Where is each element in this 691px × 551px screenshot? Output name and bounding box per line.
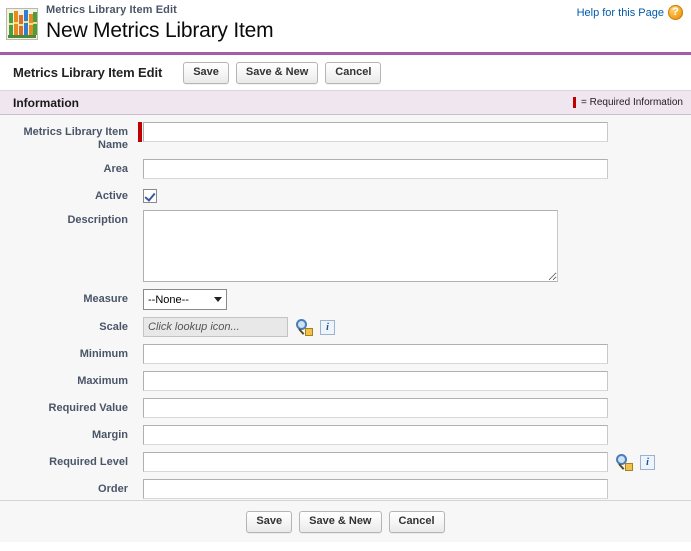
order-input[interactable] [143, 479, 608, 499]
label-scale: Scale [0, 317, 128, 334]
scale-lookup-input[interactable]: Click lookup icon... [143, 317, 288, 337]
field-row-margin: Margin [0, 425, 691, 445]
page-header: Metrics Library Item Edit New Metrics Li… [0, 0, 691, 52]
required-information-legend: = Required Information [573, 97, 683, 108]
information-section-header: Information = Required Information [0, 90, 691, 115]
edit-toolbar-title: Metrics Library Item Edit [13, 65, 162, 80]
field-row-name: Metrics Library Item Name [0, 122, 691, 152]
label-order: Order [0, 479, 128, 496]
field-row-required-value: Required Value [0, 398, 691, 418]
save-and-new-button-top[interactable]: Save & New [236, 62, 318, 84]
label-maximum: Maximum [0, 371, 128, 388]
description-textarea[interactable] [143, 210, 558, 282]
minimum-input[interactable] [143, 344, 608, 364]
section-title: Information [13, 96, 79, 110]
help-link-label[interactable]: Help for this Page [577, 7, 664, 19]
field-row-area: Area [0, 159, 691, 179]
field-row-maximum: Maximum [0, 371, 691, 391]
area-input[interactable] [143, 159, 608, 179]
measure-select-value: --None-- [148, 294, 189, 306]
label-measure: Measure [0, 289, 128, 306]
cancel-button-bottom[interactable]: Cancel [389, 511, 445, 533]
required-legend-label: = Required Information [581, 97, 683, 108]
required-marker-icon [573, 97, 576, 108]
chevron-down-icon [214, 297, 222, 302]
label-area: Area [0, 159, 128, 176]
field-row-order: Order [0, 479, 691, 499]
active-checkbox[interactable] [143, 189, 157, 203]
label-metrics-library-item-name: Metrics Library Item Name [0, 122, 128, 152]
metrics-library-item-name-input[interactable] [143, 122, 608, 142]
page-subtitle: Metrics Library Item Edit [46, 4, 273, 17]
field-row-measure: Measure --None-- [0, 289, 691, 310]
question-mark-icon[interactable]: ? [668, 5, 683, 20]
required-level-input[interactable] [143, 452, 608, 472]
scale-info-icon[interactable]: i [320, 320, 335, 335]
field-row-minimum: Minimum [0, 344, 691, 364]
field-row-active: Active [0, 186, 691, 203]
help-for-this-page-link[interactable]: Help for this Page ? [577, 5, 683, 20]
margin-input[interactable] [143, 425, 608, 445]
field-row-description: Description [0, 210, 691, 282]
required-level-lookup-icon[interactable] [616, 454, 633, 471]
save-and-new-button-bottom[interactable]: Save & New [299, 511, 381, 533]
field-row-scale: Scale Click lookup icon... i [0, 317, 691, 337]
page-title: New Metrics Library Item [46, 18, 273, 43]
label-required-level: Required Level [0, 452, 128, 469]
label-required-value: Required Value [0, 398, 128, 415]
measure-select[interactable]: --None-- [143, 289, 227, 310]
save-button-top[interactable]: Save [183, 62, 229, 84]
scale-lookup-icon[interactable] [296, 319, 313, 336]
edit-toolbar: Metrics Library Item Edit Save Save & Ne… [0, 52, 691, 90]
required-value-input[interactable] [143, 398, 608, 418]
field-row-required-level: Required Level i [0, 452, 691, 472]
required-level-info-icon[interactable]: i [640, 455, 655, 470]
label-margin: Margin [0, 425, 128, 442]
label-active: Active [0, 186, 128, 203]
maximum-input[interactable] [143, 371, 608, 391]
toolbar-button-group: Save Save & New Cancel [183, 62, 381, 84]
save-button-bottom[interactable]: Save [246, 511, 292, 533]
label-description: Description [0, 210, 128, 227]
information-form: Metrics Library Item Name Area Active De… [0, 115, 691, 500]
label-minimum: Minimum [0, 344, 128, 361]
footer-toolbar: Save Save & New Cancel [0, 500, 691, 542]
cancel-button-top[interactable]: Cancel [325, 62, 381, 84]
required-marker-name [138, 122, 142, 142]
library-books-icon [6, 8, 38, 40]
footer-button-group: Save Save & New Cancel [246, 511, 444, 533]
